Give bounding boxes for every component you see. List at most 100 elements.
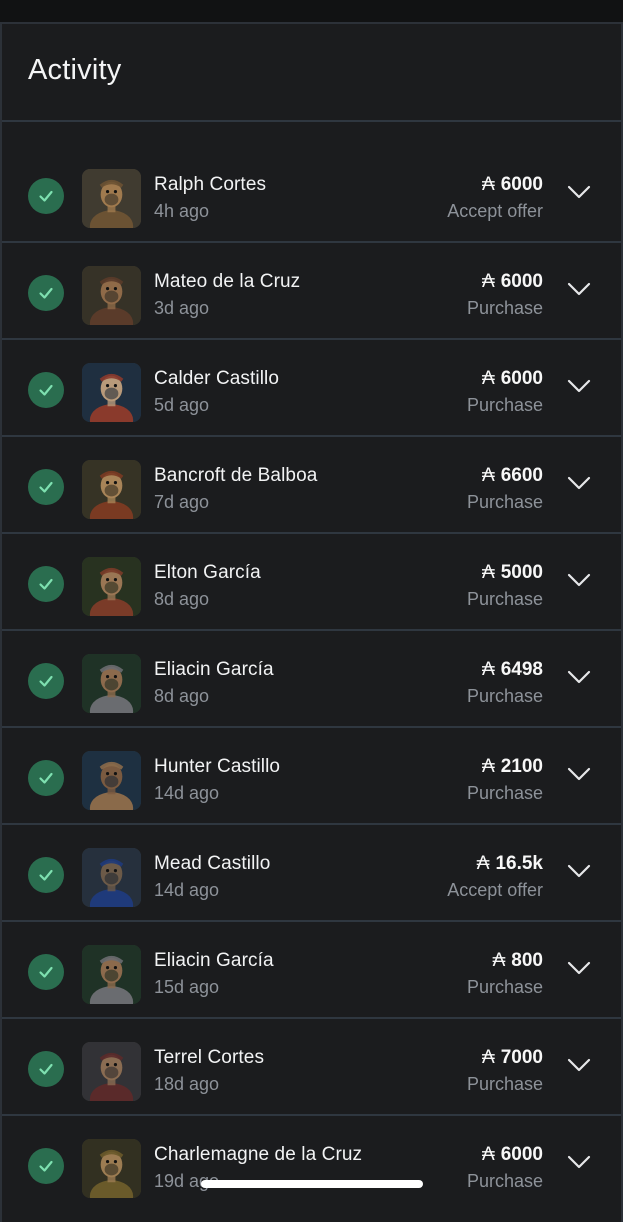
activity-row[interactable]: Calder Castillo 5d ago ₳ 6000 Purchase — [2, 340, 621, 437]
nft-avatar[interactable] — [82, 654, 141, 713]
page-title: Activity — [28, 53, 122, 86]
activity-type: Accept offer — [447, 880, 543, 900]
currency-symbol: ₳ — [482, 174, 495, 195]
activity-price: ₳ 6600 — [482, 465, 543, 487]
activity-row[interactable]: Eliacin García 15d ago ₳ 800 Purchase — [2, 922, 621, 1019]
activity-amount: 6498 — [500, 659, 543, 680]
activity-name: Ralph Cortes — [154, 174, 267, 195]
activity-row[interactable]: Terrel Cortes 18d ago ₳ 7000 Purchase — [2, 1019, 621, 1116]
chevron-down-icon[interactable] — [567, 281, 591, 297]
activity-type: Purchase — [466, 686, 543, 706]
activity-type: Purchase — [466, 589, 543, 609]
activity-name: Charlemagne de la Cruz — [154, 1144, 363, 1165]
chevron-down-icon[interactable] — [567, 378, 591, 394]
activity-price: ₳ 6000 — [482, 174, 543, 196]
activity-amount: 6000 — [500, 271, 543, 292]
nft-avatar[interactable] — [82, 1139, 141, 1198]
check-circle-icon — [28, 1148, 64, 1184]
check-circle-icon — [28, 178, 64, 214]
check-circle-icon — [28, 275, 64, 311]
check-circle-icon — [28, 760, 64, 796]
activity-time: 5d ago — [154, 395, 210, 415]
activity-name: Calder Castillo — [154, 368, 280, 389]
activity-panel: Activity Ralph Cortes 4h ago ₳ 6000 Accep… — [0, 22, 623, 1222]
activity-row[interactable]: Mateo de la Cruz 3d ago ₳ 6000 Purchase — [2, 243, 621, 340]
currency-symbol: ₳ — [482, 1047, 495, 1068]
chevron-down-icon[interactable] — [567, 184, 591, 200]
activity-time: 18d ago — [154, 1074, 220, 1094]
currency-symbol: ₳ — [476, 853, 490, 874]
activity-row[interactable]: Mead Castillo 14d ago ₳ 16.5k Accept offe… — [2, 825, 621, 922]
activity-time: 8d ago — [154, 589, 210, 609]
chevron-down-icon[interactable] — [567, 863, 591, 879]
currency-symbol: ₳ — [492, 950, 506, 971]
activity-row[interactable]: Bancroft de Balboa 7d ago ₳ 6600 Purchase — [2, 437, 621, 534]
check-circle-icon — [28, 954, 64, 990]
nft-avatar[interactable] — [82, 1042, 141, 1101]
check-circle-icon — [28, 857, 64, 893]
currency-symbol: ₳ — [482, 271, 495, 292]
activity-row[interactable]: Charlemagne de la Cruz 19d ago ₳ 6000 Pur… — [2, 1116, 621, 1213]
nft-avatar[interactable] — [82, 266, 141, 325]
activity-row[interactable]: Elton García 8d ago ₳ 5000 Purchase — [2, 534, 621, 631]
chevron-down-icon[interactable] — [567, 960, 591, 976]
chevron-down-icon[interactable] — [567, 475, 591, 491]
check-circle-icon — [28, 663, 64, 699]
activity-price: ₳ 16.5k — [477, 853, 543, 875]
activity-name: Terrel Cortes — [154, 1047, 265, 1068]
chevron-down-icon[interactable] — [567, 1057, 591, 1073]
nft-avatar[interactable] — [82, 363, 141, 422]
check-circle-icon — [28, 1051, 64, 1087]
activity-name: Elton García — [154, 562, 261, 583]
activity-time: 15d ago — [154, 977, 220, 997]
status-bar — [0, 0, 623, 24]
home-indicator[interactable] — [201, 1180, 423, 1188]
activity-type: Purchase — [466, 1171, 543, 1191]
chevron-down-icon[interactable] — [567, 669, 591, 685]
currency-symbol: ₳ — [482, 1144, 495, 1165]
chevron-down-icon[interactable] — [567, 572, 591, 588]
nft-avatar[interactable] — [82, 169, 141, 228]
activity-time: 7d ago — [154, 492, 210, 512]
activity-row[interactable]: Hunter Castillo 14d ago ₳ 2100 Purchase — [2, 728, 621, 825]
activity-price: ₳ 7000 — [482, 1047, 543, 1069]
activity-price: ₳ 6000 — [482, 368, 543, 390]
activity-time: 8d ago — [154, 686, 210, 706]
activity-price: ₳ 6000 — [482, 271, 543, 293]
currency-symbol: ₳ — [482, 368, 495, 389]
activity-price: ₳ 6000 — [482, 1144, 543, 1166]
currency-symbol: ₳ — [482, 659, 495, 680]
activity-type: Purchase — [466, 395, 543, 415]
nft-avatar[interactable] — [82, 848, 141, 907]
nft-avatar[interactable] — [82, 460, 141, 519]
nft-avatar[interactable] — [82, 557, 141, 616]
chevron-down-icon[interactable] — [567, 766, 591, 782]
check-circle-icon — [28, 372, 64, 408]
activity-price: ₳ 800 — [493, 950, 543, 972]
activity-row[interactable]: Eliacin García 8d ago ₳ 6498 Purchase — [2, 631, 621, 728]
activity-amount: 6000 — [500, 368, 543, 389]
nft-avatar[interactable] — [82, 751, 141, 810]
nft-avatar[interactable] — [82, 945, 141, 1004]
currency-symbol: ₳ — [482, 756, 495, 777]
activity-type: Accept offer — [447, 201, 543, 221]
activity-row[interactable]: Ralph Cortes 4h ago ₳ 6000 Accept offer — [2, 146, 621, 243]
activity-name: Eliacin García — [154, 659, 274, 680]
activity-type: Purchase — [466, 298, 543, 318]
activity-price: ₳ 5000 — [482, 562, 543, 584]
activity-time: 14d ago — [154, 880, 220, 900]
activity-price: ₳ 2100 — [482, 756, 543, 778]
activity-name: Hunter Castillo — [154, 756, 281, 777]
activity-name: Mateo de la Cruz — [154, 271, 301, 292]
activity-amount: 5000 — [500, 562, 543, 583]
activity-name: Eliacin García — [154, 950, 274, 971]
activity-header: Activity — [2, 24, 621, 122]
activity-amount: 16.5k — [495, 853, 543, 874]
activity-type: Purchase — [466, 783, 543, 803]
activity-amount: 800 — [511, 950, 543, 971]
activity-time: 3d ago — [154, 298, 210, 318]
currency-symbol: ₳ — [482, 562, 495, 583]
activity-list: Ralph Cortes 4h ago ₳ 6000 Accept offer M… — [2, 146, 621, 1213]
chevron-down-icon[interactable] — [567, 1154, 591, 1170]
activity-type: Purchase — [466, 1074, 543, 1094]
